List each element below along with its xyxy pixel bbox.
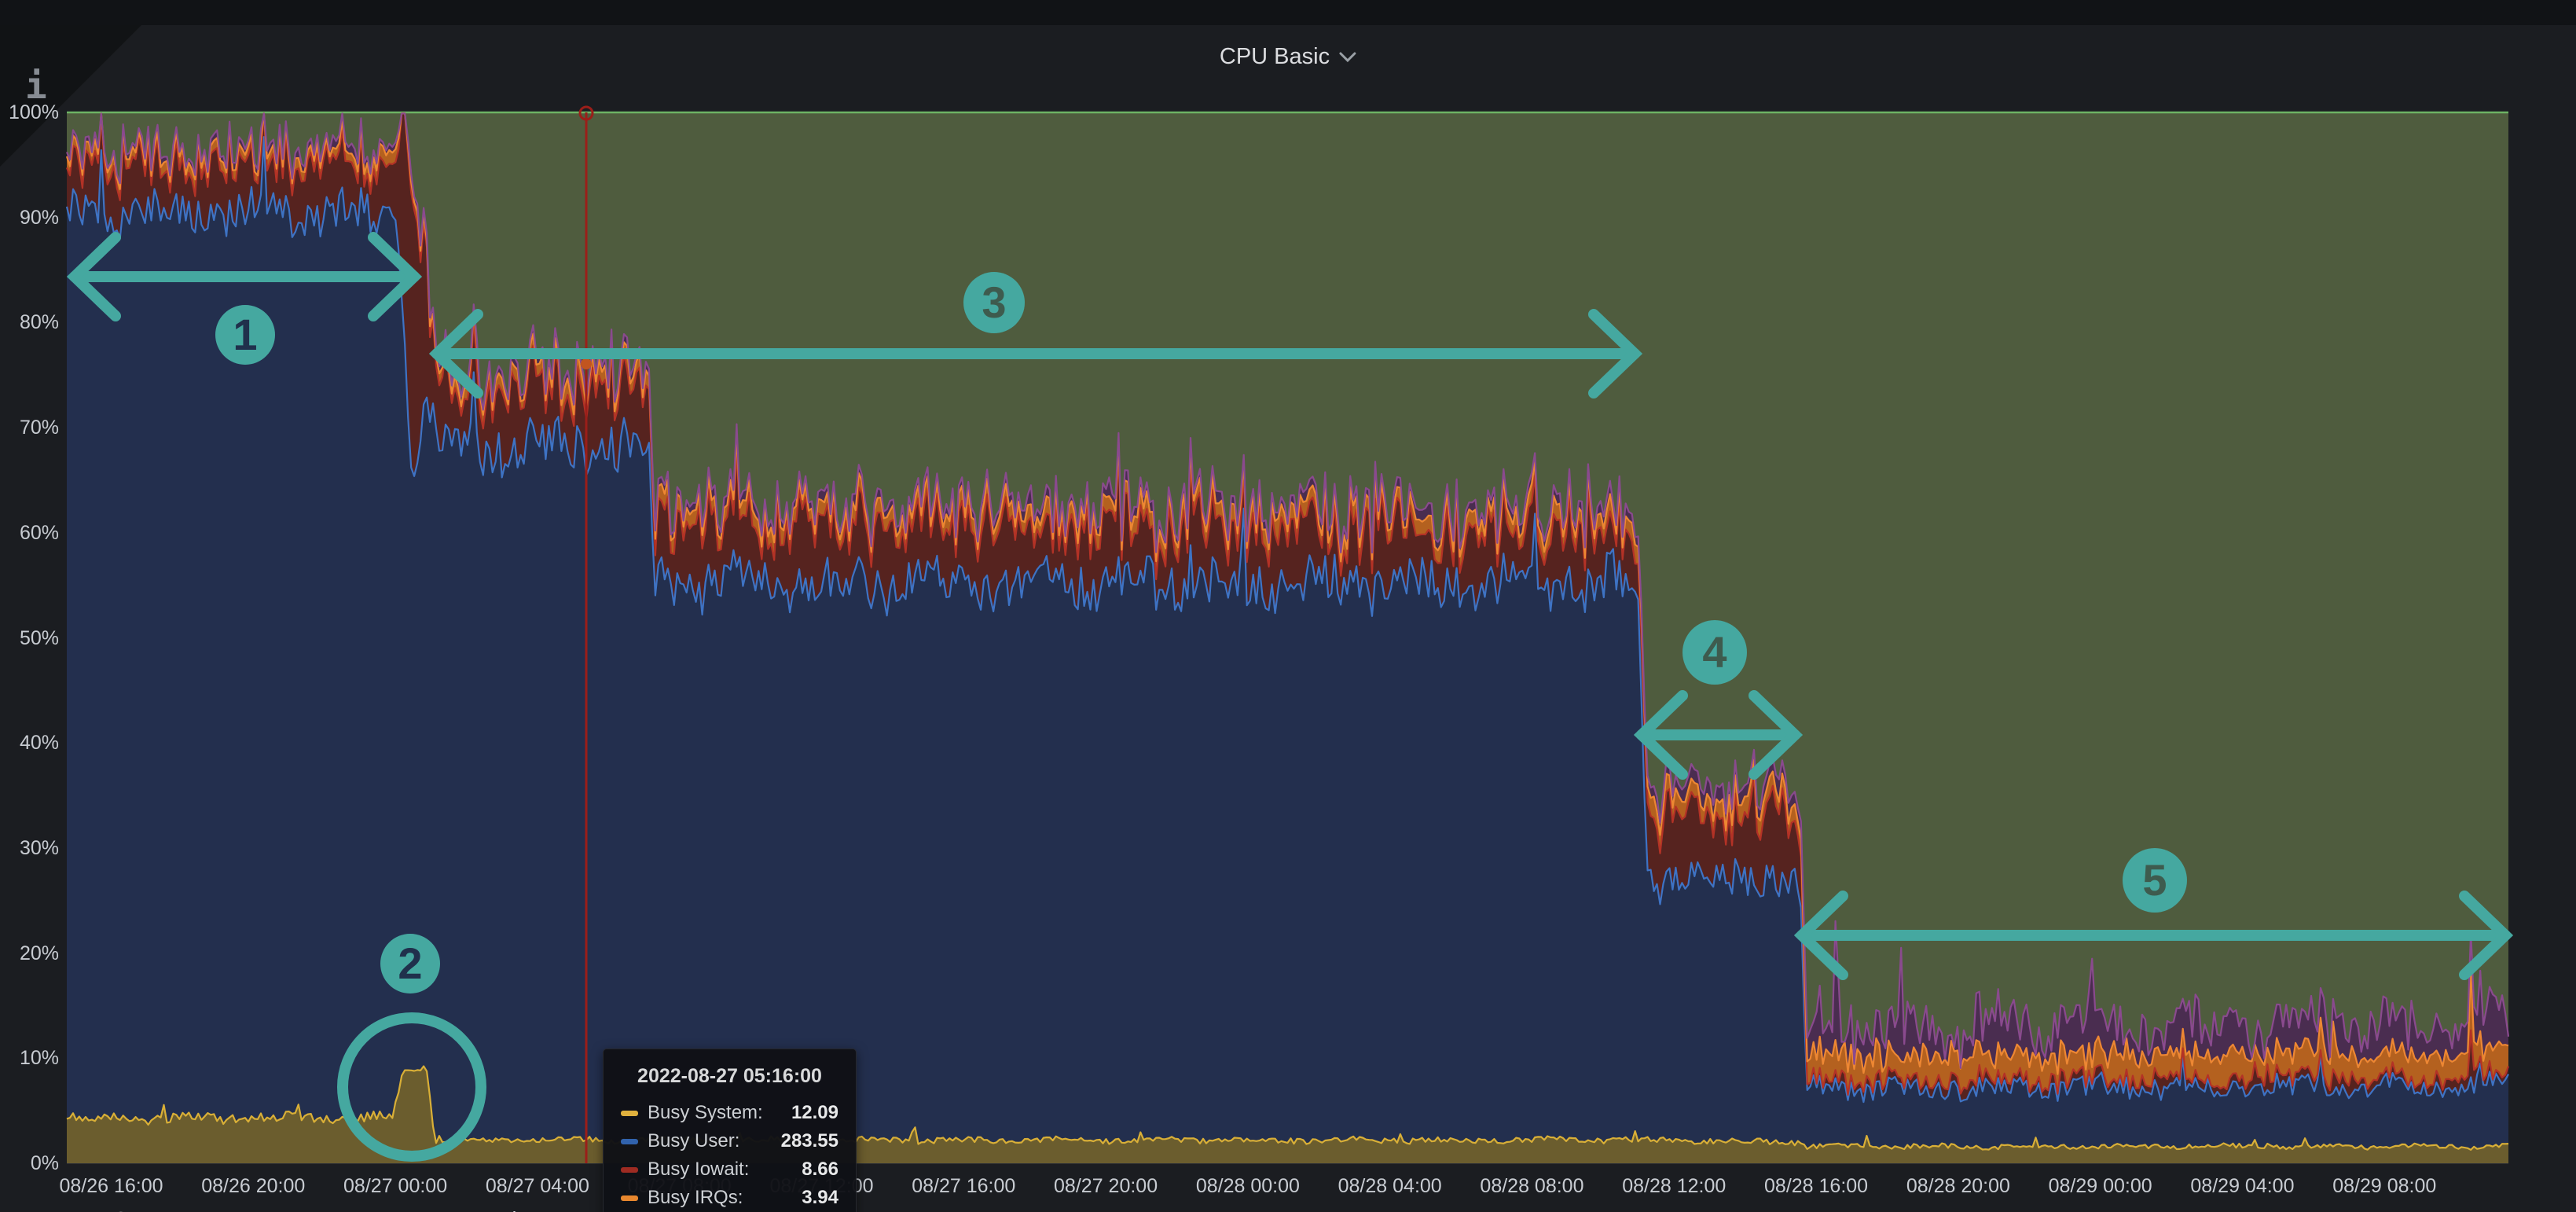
y-axis-tick: 90% (2, 206, 59, 230)
tooltip-series-label: Busy User: (648, 1130, 739, 1152)
tooltip-series-swatch (621, 1139, 638, 1144)
annotation-badge-2: 2 (380, 934, 440, 993)
y-axis-tick: 30% (2, 836, 59, 860)
legend-label: Busy User (253, 1206, 347, 1212)
tooltip-timestamp: 2022-08-27 05:16:00 (621, 1065, 838, 1088)
y-axis-tick: 60% (2, 521, 59, 545)
tooltip-row: Busy System: 12.09 (621, 1099, 838, 1127)
cpu-basic-panel: i CPU Basic 12345 100%90%80%70%60%50%40%… (0, 25, 2576, 1212)
tooltip-series-value: 8.66 (802, 1159, 838, 1181)
tooltip-series-value: 283.55 (781, 1130, 838, 1152)
tooltip-series-swatch (621, 1111, 638, 1116)
legend-label: Busy Iowait (418, 1206, 523, 1212)
y-axis-tick: 50% (2, 626, 59, 650)
y-axis-tick: 20% (2, 942, 59, 965)
y-axis-tick: 70% (2, 416, 59, 439)
svg-text:5: 5 (2142, 855, 2167, 905)
cpu-usage-stacked-chart[interactable]: 1 2 3 4 5 (0, 25, 2576, 1212)
tooltip-row: Busy IRQs: 3.94 (621, 1184, 838, 1212)
x-axis-tick: 08/29 08:00 (2298, 1174, 2471, 1198)
grafana-panel-screenshot: i CPU Basic 12345 100%90%80%70%60%50%40%… (0, 0, 2576, 1212)
annotation-badge-5: 5 (2123, 848, 2187, 913)
svg-text:4: 4 (1702, 627, 1727, 677)
legend-item[interactable]: Busy Iowait (383, 1206, 523, 1212)
hover-point-marker (581, 358, 592, 369)
annotation-badge-3: 3 (963, 272, 1025, 333)
tooltip-row: Busy User: 283.55 (621, 1127, 838, 1155)
y-axis-tick: 80% (2, 310, 59, 334)
y-axis-tick: 10% (2, 1046, 59, 1070)
y-axis-tick: 0% (2, 1151, 59, 1175)
svg-text:3: 3 (982, 277, 1006, 327)
tooltip-series-label: Busy Iowait: (648, 1159, 749, 1181)
y-axis-tick: 100% (2, 101, 59, 124)
tooltip-series-swatch (621, 1195, 638, 1201)
tooltip-series-swatch (621, 1167, 638, 1173)
annotation-badge-1: 1 (215, 305, 275, 365)
svg-text:1: 1 (233, 310, 257, 359)
legend-item[interactable]: Busy System (28, 1206, 182, 1212)
tooltip-series-label: Busy IRQs: (648, 1187, 743, 1209)
tooltip-series-value: 12.09 (791, 1102, 838, 1124)
tooltip: 2022-08-27 05:16:00 Busy System:12.09Bus… (603, 1049, 857, 1212)
legend-item[interactable]: Busy User (218, 1206, 347, 1212)
tooltip-series-label: Busy System: (648, 1102, 763, 1124)
svg-text:2: 2 (398, 938, 422, 988)
legend: Busy SystemBusy UserBusy IowaitBusy IRQs (28, 1206, 691, 1212)
y-axis-tick: 40% (2, 731, 59, 755)
annotation-badge-4: 4 (1682, 620, 1747, 685)
tooltip-series-value: 3.94 (802, 1187, 838, 1209)
legend-label: Busy System (63, 1206, 182, 1212)
tooltip-row: Busy Iowait: 8.66 (621, 1155, 838, 1184)
page-top-strip (0, 0, 2576, 25)
